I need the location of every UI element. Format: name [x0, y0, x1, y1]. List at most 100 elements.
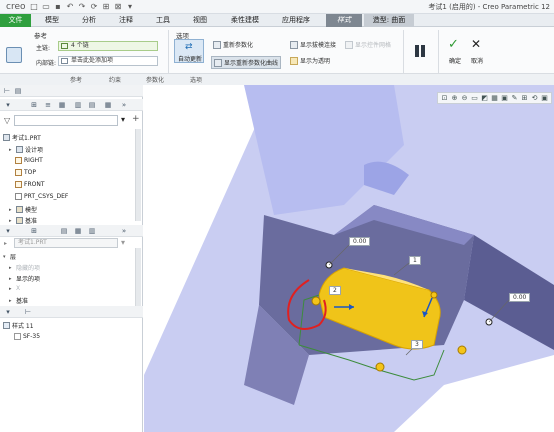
- dimension-tag-3[interactable]: 1: [409, 256, 421, 265]
- expand-icon[interactable]: ▸: [9, 298, 14, 304]
- style-root[interactable]: 样式 11: [3, 321, 34, 330]
- windows-icon[interactable]: ⊞: [102, 2, 111, 11]
- tree-item-datum[interactable]: ▸ 基准: [9, 216, 37, 225]
- dimension-tag-5[interactable]: 3: [411, 340, 423, 349]
- layer-icon[interactable]: ▦: [58, 101, 66, 109]
- tree-item-right[interactable]: RIGHT: [15, 157, 43, 164]
- pause-button[interactable]: [413, 44, 427, 58]
- group-label-param[interactable]: 参数化: [140, 75, 170, 84]
- tab-analysis[interactable]: 分析: [73, 14, 105, 27]
- layer-item-hidden[interactable]: ▸ 隐藏的项: [9, 263, 40, 273]
- tab-file[interactable]: 文件: [0, 14, 31, 27]
- layer-item-shown[interactable]: ▸ 显示的项: [9, 274, 40, 284]
- display-style-icon[interactable]: ▣: [500, 94, 509, 103]
- annotation-display-icon[interactable]: ⊞: [520, 94, 529, 103]
- auto-update-button[interactable]: ⇄ 自动更新: [174, 39, 204, 63]
- tab-annotate[interactable]: 注释: [110, 14, 142, 27]
- layer-tree-icon[interactable]: ▾: [4, 227, 12, 235]
- main-chain-field[interactable]: 4 个链: [58, 41, 158, 51]
- tree-item-top[interactable]: TOP: [15, 169, 36, 176]
- dimension-tag-4[interactable]: 2: [329, 286, 341, 295]
- saved-views-icon[interactable]: ▦: [490, 94, 499, 103]
- search-dropdown-icon[interactable]: ▾: [121, 115, 125, 124]
- orient-icon[interactable]: ◩: [480, 94, 489, 103]
- more-icon[interactable]: »: [120, 227, 128, 235]
- regenerate-icon[interactable]: ⟳: [90, 2, 99, 11]
- tab-style[interactable]: 样式: [326, 14, 362, 27]
- spin-center-icon[interactable]: ⟲: [530, 94, 539, 103]
- tree-item-front[interactable]: FRONT: [15, 181, 45, 188]
- dimension-tag-2[interactable]: 0.00: [509, 293, 531, 302]
- group-label-options[interactable]: 选项: [184, 75, 208, 84]
- layer-settings-icon[interactable]: ⊞: [30, 227, 38, 235]
- layer-model-select[interactable]: 考试1.PRT: [14, 238, 118, 248]
- group-label-constraint[interactable]: 约束: [103, 75, 127, 84]
- layer-scrollbar[interactable]: [135, 248, 141, 306]
- show-control-net-button[interactable]: 显示控件网格: [345, 40, 391, 49]
- expand-icon[interactable]: ▸: [9, 286, 14, 292]
- tree-item-model[interactable]: ▸ 模型: [9, 205, 37, 214]
- group-label-ref[interactable]: 参考: [64, 75, 88, 84]
- columns-icon[interactable]: ▤: [88, 101, 96, 109]
- collapse-icon[interactable]: ▾: [3, 254, 8, 260]
- layer-root[interactable]: ▾ 层: [3, 252, 16, 262]
- undo-icon[interactable]: ↶: [66, 2, 75, 11]
- book-icon[interactable]: [6, 47, 22, 63]
- show-icon[interactable]: ≡: [44, 101, 52, 109]
- repaint-icon[interactable]: ▭: [470, 94, 479, 103]
- add-filter-icon[interactable]: +: [132, 114, 140, 124]
- close-window-icon[interactable]: ⊠: [114, 2, 123, 11]
- layer-list-icon[interactable]: ▦: [74, 227, 82, 235]
- redo-icon[interactable]: ↷: [78, 2, 87, 11]
- style-tree-icon[interactable]: ▾: [4, 308, 12, 316]
- tab-flexible-modeling[interactable]: 柔性建模: [222, 14, 268, 27]
- view-menu-icon[interactable]: ▣: [540, 94, 549, 103]
- show-isoline-button[interactable]: 显示拔模连接: [290, 40, 336, 49]
- folder-tab-icon[interactable]: ▤: [14, 87, 22, 95]
- show-transparent-button[interactable]: 显示为透明: [290, 56, 330, 65]
- layer-grid-icon[interactable]: ▥: [88, 227, 96, 235]
- refit-icon[interactable]: ⊡: [440, 94, 449, 103]
- tab-model[interactable]: 模型: [36, 14, 68, 27]
- more-icon[interactable]: »: [120, 101, 128, 109]
- zoom-in-icon[interactable]: ⊕: [450, 94, 459, 103]
- zoom-out-icon[interactable]: ⊖: [460, 94, 469, 103]
- tab-tools[interactable]: 工具: [147, 14, 179, 27]
- tree-search-input[interactable]: [14, 115, 118, 126]
- tree-item-design[interactable]: ▸ 设计项: [9, 145, 43, 154]
- confirm-button[interactable]: ✓ 确定: [444, 37, 466, 67]
- expand-icon[interactable]: ▸: [9, 218, 14, 224]
- customize-qat-icon[interactable]: ▾: [126, 2, 135, 11]
- settings-icon[interactable]: ▥: [74, 101, 82, 109]
- style-child[interactable]: SF-35: [14, 333, 40, 340]
- expand-icon[interactable]: ▸: [9, 147, 14, 153]
- open-icon[interactable]: ▭: [42, 2, 51, 11]
- tree-scrollbar[interactable]: [135, 129, 141, 221]
- layer-view-icon[interactable]: ▤: [60, 227, 68, 235]
- show-reparam-curves-button[interactable]: 显示重新参数化曲线: [211, 56, 282, 69]
- tab-applications[interactable]: 应用程序: [273, 14, 319, 27]
- tab-style-surface[interactable]: 造型: 曲面: [364, 14, 414, 27]
- layer-dropdown-icon[interactable]: ▾: [121, 238, 125, 247]
- new-icon[interactable]: □: [30, 2, 39, 11]
- grid-icon[interactable]: ▦: [104, 101, 112, 109]
- graphics-viewport[interactable]: ⊡ ⊕ ⊖ ▭ ◩ ▦ ▣ ✎ ⊞ ⟲ ▣ 0.00 0.00 1 2 3: [144, 85, 554, 432]
- expand-icon[interactable]: ▸: [9, 276, 14, 282]
- layer-item-x[interactable]: ▸ X: [9, 285, 20, 292]
- expand-icon[interactable]: ▸: [9, 265, 14, 271]
- tree-item-csys[interactable]: PRT_CSYS_DEF: [15, 193, 68, 200]
- inner-chain-field[interactable]: 单击此处添加项: [58, 56, 158, 66]
- tree-filter-icon[interactable]: ⊞: [30, 101, 38, 109]
- style-settings-icon[interactable]: ⊢: [24, 308, 32, 316]
- save-icon[interactable]: ▪: [54, 2, 63, 11]
- reparam-button[interactable]: 重新参数化: [213, 40, 253, 49]
- cancel-button[interactable]: ✕ 取消: [466, 37, 488, 67]
- expand-icon[interactable]: ▸: [9, 207, 14, 213]
- layer-item-datum[interactable]: ▸ 基准: [9, 296, 28, 306]
- datum-display-icon[interactable]: ✎: [510, 94, 519, 103]
- dimension-tag[interactable]: 0.00: [349, 237, 371, 246]
- filter-icon[interactable]: ▽: [4, 116, 12, 125]
- tree-icon[interactable]: ▾: [4, 101, 12, 109]
- model-tree-tab-icon[interactable]: ⊢: [3, 87, 11, 95]
- tree-root[interactable]: 考试1.PRT: [3, 133, 41, 142]
